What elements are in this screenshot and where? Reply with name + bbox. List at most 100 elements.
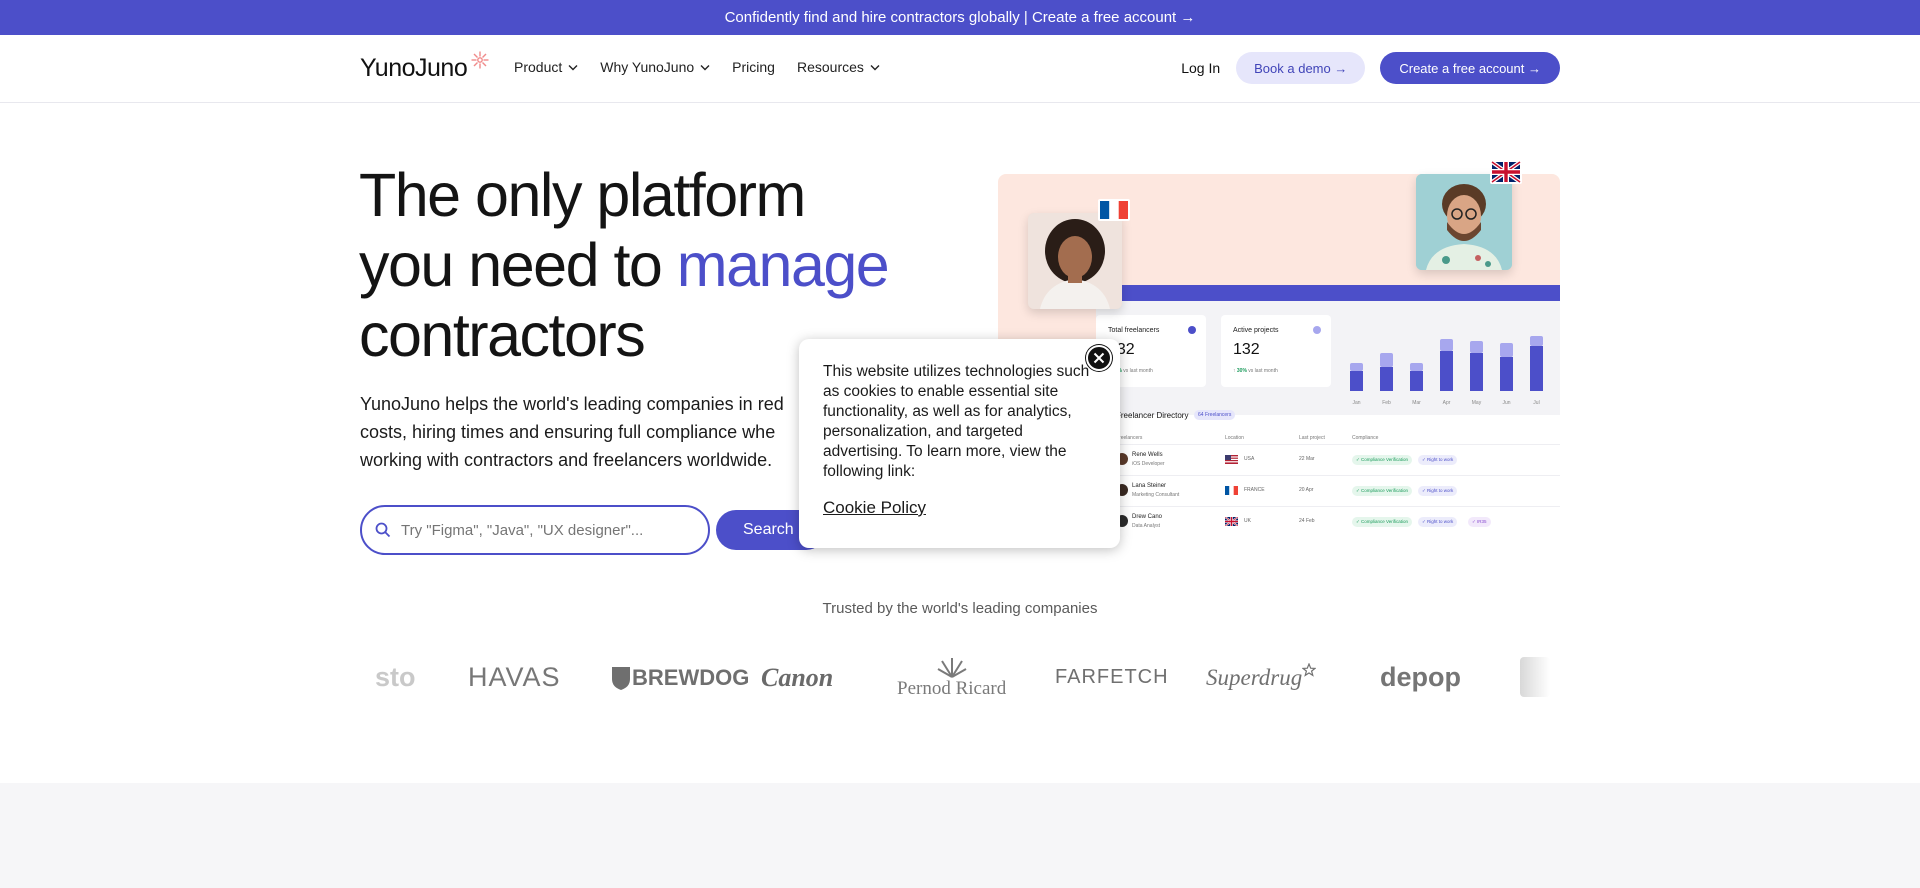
nav-item-label: Product [514,59,563,75]
chart-bar-light [1470,341,1483,353]
pill-label: Compliance Verification [1361,488,1409,493]
pill-label: Right to work [1427,488,1454,493]
table-row: Lana Steiner Marketing Consultant FRANCE… [1096,475,1560,506]
hero-title-accent: manage [676,231,890,299]
client-logo-farfetch: FARFETCH [1055,666,1169,688]
france-flag-icon [1225,486,1238,495]
column-header: Last project [1299,435,1325,441]
chart-month-label: Jan [1352,400,1360,406]
freelancer-role: Marketing Consultant [1132,492,1180,498]
trusted-heading: Trusted by the world's leading companies [822,600,1098,617]
client-logo-havas: HAVAS [468,662,561,692]
pernod-ricard-sun-icon [937,657,967,678]
nav-item-product[interactable]: Product [514,59,578,75]
chevron-down-icon [568,64,578,70]
chart-bar-dark [1500,357,1513,391]
table-row: Drew Cano Data Analyst UK 24 Feb ✓ Compl… [1096,506,1560,537]
client-logo-text: BREWDOG [632,664,750,690]
login-link[interactable]: Log In [1181,60,1220,76]
nav-actions: Log In Book a demo → Create a free accou… [1181,52,1560,84]
close-cookie-button[interactable] [1086,345,1112,371]
freelancer-name: Rene Wells [1132,452,1163,458]
nav-item-label: Resources [796,59,864,75]
client-logo-depop: depop [1380,662,1461,692]
column-header: Compliance [1352,435,1379,441]
hero-subtitle-line1: YunoJuno helps the world's leading compa… [360,394,784,414]
pill-label: Compliance Verification [1361,519,1409,524]
dashboard-header-bar [1096,285,1560,301]
chevron-down-icon [870,64,880,70]
client-logo-text: Superdrug [1206,664,1303,690]
client-logo-partial: sto [375,662,416,692]
client-logo-text: Pernod Ricard [897,677,1007,699]
client-logo-strip: sto HAVAS BREWDOG Canon Pernod Ricard FA… [360,645,1560,710]
chart-bar-light [1380,353,1393,367]
directory-title: Freelancer Directory [1116,411,1189,420]
main-nav: YunoJuno Product Why YunoJuno Pricing Re… [0,35,1920,103]
compliance-pill: ✓ Compliance Verification [1352,486,1413,496]
freelancer-role: iOS Developer [1132,461,1165,467]
chart-month-label: Apr [1443,400,1451,406]
compliance-pill: ✓ Compliance Verification [1352,455,1413,465]
freelancer-location: UK [1244,518,1251,524]
nav-item-resources[interactable]: Resources [797,59,880,75]
client-logo-canon: Canon [761,662,834,692]
talent-search-box[interactable] [360,505,710,555]
nav-item-label: Why YunoJuno [600,59,695,75]
announcement-text[interactable]: Confidently find and hire contractors gl… [725,9,1196,26]
man-portrait-image [1416,174,1512,270]
pill-label: Right to work [1427,457,1454,462]
ir35-pill: ✓ IR35 [1468,517,1491,527]
chevron-down-icon [700,64,710,70]
pill-label: Compliance Verification [1361,457,1409,462]
usa-flag-icon [1225,455,1238,464]
cookie-consent-dialog: This website utilizes technologies such … [799,339,1120,548]
book-demo-button[interactable]: Book a demo → [1236,52,1366,84]
chart-bar-light [1410,363,1423,371]
chart-month-label: May [1472,400,1482,406]
cookie-policy-link[interactable]: Cookie Policy [823,498,926,518]
hero-subtitle-line3: working with contractors and freelancers… [360,450,773,470]
nav-item-why-yunojuno[interactable]: Why YunoJuno [600,59,710,75]
right-to-work-pill: ✓ Right to work [1418,486,1458,496]
uk-flag-icon [1225,517,1238,526]
nav-item-pricing[interactable]: Pricing [732,59,775,75]
right-to-work-pill: ✓ Right to work [1418,517,1458,527]
chart-month-label: Jul [1533,400,1539,406]
freelancer-role: Data Analyst [1132,523,1161,529]
stat-delta: ↑ 30% vs last month [1233,368,1278,374]
pill-label: IR35 [1477,519,1487,524]
freelancer-location: FRANCE [1244,487,1265,493]
hero-title-line2: you need to [359,231,663,299]
cookie-message: This website utilizes technologies such … [823,363,1090,480]
freelancer-name: Lana Steiner [1132,483,1167,489]
last-project-date: 22 Mar [1299,456,1315,462]
woman-portrait-image [1028,213,1122,309]
chart-bar-dark [1380,367,1393,391]
client-logo-brewdog: BREWDOG [610,645,749,710]
talent-search-input[interactable] [401,521,671,539]
stat-dot-icon [1188,326,1196,334]
compliance-pill: ✓ Compliance Verification [1352,517,1413,527]
dashboard-mockup: Total freelancers 532 ↑ 40% vs last mont… [1096,285,1560,544]
hero-title-line1: The only platform [359,161,806,229]
pill-label: Right to work [1427,519,1454,524]
chart-bar-light [1500,343,1513,357]
close-icon [1093,352,1105,364]
chart-bar-dark [1440,351,1453,391]
nav-links: Product Why YunoJuno Pricing Resources [514,59,880,75]
announcement-bar[interactable]: Confidently find and hire contractors gl… [0,0,1920,35]
create-account-button[interactable]: Create a free account → [1380,52,1560,84]
yunojuno-logo[interactable]: YunoJuno [360,53,468,83]
chart-bar-dark [1350,371,1363,391]
uk-flag-icon [1490,160,1522,184]
france-flag-icon [1098,199,1130,221]
nav-item-label: Pricing [732,59,775,75]
stat-label: Active projects [1233,327,1279,334]
chart-bar-light [1440,339,1453,351]
dashboard-stats-panel: Total freelancers 532 ↑ 40% vs last mont… [1096,301,1560,415]
chart-month-label: Jun [1502,400,1510,406]
stat-delta-value: 30% [1236,368,1247,374]
chart-bar-dark [1410,371,1423,391]
directory-count-badge: 64 Freelancers [1194,410,1236,420]
